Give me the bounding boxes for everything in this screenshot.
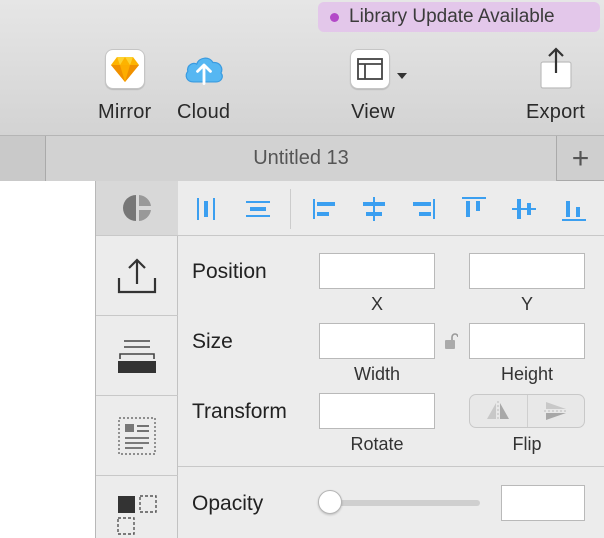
view-label: View <box>351 101 395 123</box>
upload-tray-icon <box>117 257 157 293</box>
align-bottom-icon[interactable] <box>560 195 588 223</box>
plus-icon: + <box>571 141 590 175</box>
position-y-input[interactable] <box>469 253 585 289</box>
flip-label: Flip <box>512 434 542 454</box>
text-properties-tab[interactable] <box>96 396 178 476</box>
align-left-icon[interactable] <box>310 195 338 223</box>
add-tab-button[interactable]: + <box>556 136 604 181</box>
library-update-label: Library Update Available <box>349 6 555 27</box>
symbols-tab[interactable] <box>96 476 178 538</box>
position-label: Position <box>192 260 267 283</box>
x-label: X <box>370 294 383 314</box>
export-button[interactable]: Export <box>526 46 585 124</box>
flip-vertical-button[interactable] <box>528 395 585 427</box>
sketch-diamond-icon <box>104 49 145 89</box>
divider <box>290 189 291 229</box>
y-label: Y <box>520 294 533 314</box>
inspector-tab-column <box>96 181 178 538</box>
canvas[interactable] <box>0 181 96 538</box>
cloud-label: Cloud <box>177 101 231 123</box>
cloud-upload-icon <box>183 48 225 90</box>
export-tab[interactable] <box>96 236 178 316</box>
tab-bar: Untitled 13 + <box>0 136 604 181</box>
inspector-properties: Position X Y Size Width Height Transform… <box>178 236 604 538</box>
size-label: Size <box>192 330 233 353</box>
flip-control <box>469 394 585 428</box>
width-input[interactable] <box>319 323 435 359</box>
style-pie-icon <box>123 195 151 221</box>
toolbar: Library Update Available Mirror Cloud Vi… <box>0 0 604 136</box>
height-label: Height <box>500 364 554 384</box>
document-title: Untitled 13 <box>253 147 349 169</box>
unlock-icon[interactable] <box>444 332 458 350</box>
export-label: Export <box>526 101 586 123</box>
distribute-vertical-icon[interactable] <box>244 195 272 223</box>
flip-horizontal-icon <box>487 401 510 421</box>
flip-vertical-icon <box>543 402 568 420</box>
rotate-input[interactable] <box>319 393 435 429</box>
cloud-button[interactable]: Cloud <box>177 48 230 124</box>
height-input[interactable] <box>469 323 585 359</box>
layers-tab[interactable] <box>96 316 178 396</box>
view-layout-icon <box>350 49 390 89</box>
tab-document[interactable]: Untitled 13 <box>46 136 556 181</box>
divider <box>178 466 604 467</box>
width-label: Width <box>353 364 400 384</box>
opacity-slider-track[interactable] <box>320 500 480 506</box>
opacity-slider-knob[interactable] <box>318 490 342 514</box>
text-frame-icon <box>118 416 156 455</box>
tab-previous[interactable] <box>0 136 46 181</box>
symbol-grid-icon <box>117 495 157 535</box>
library-update-badge[interactable]: Library Update Available <box>318 2 600 32</box>
position-x-input[interactable] <box>319 253 435 289</box>
layers-stack-icon <box>118 339 156 373</box>
view-button[interactable]: View <box>350 48 410 124</box>
align-vertical-center-icon[interactable] <box>510 195 538 223</box>
export-share-icon <box>535 46 577 90</box>
transform-label: Transform <box>192 400 287 423</box>
opacity-input[interactable] <box>501 485 585 521</box>
mirror-label: Mirror <box>98 101 152 123</box>
opacity-label: Opacity <box>192 492 264 515</box>
align-right-icon[interactable] <box>410 195 438 223</box>
align-horizontal-center-icon[interactable] <box>360 195 388 223</box>
align-top-icon[interactable] <box>460 195 488 223</box>
mirror-button[interactable]: Mirror <box>98 48 151 124</box>
distribute-horizontal-icon[interactable] <box>192 195 220 223</box>
alignment-toolbar <box>178 181 604 236</box>
flip-horizontal-button[interactable] <box>470 395 528 427</box>
notification-dot-icon <box>330 12 339 22</box>
rotate-label: Rotate <box>350 434 404 454</box>
style-tab[interactable] <box>96 181 178 236</box>
chevron-down-icon <box>397 73 407 79</box>
